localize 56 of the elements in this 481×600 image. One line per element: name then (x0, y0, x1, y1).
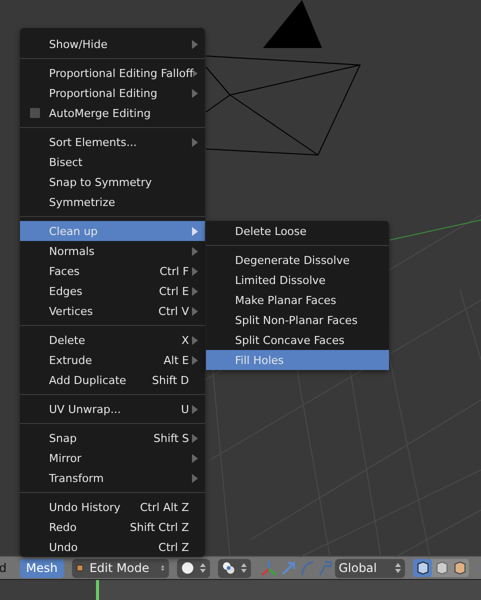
axes-icon[interactable] (258, 558, 279, 578)
scale-icon[interactable] (316, 558, 333, 578)
shortcut-label: Ctrl E (158, 284, 189, 298)
shortcut-label: X (181, 334, 189, 346)
menu-item[interactable]: Add Duplicate Shift D (20, 370, 205, 390)
menu-item[interactable]: Extrude Alt E (20, 350, 205, 370)
pivot-dropdown[interactable] (218, 558, 251, 578)
menu-item[interactable]: Snap to Symmetry (20, 172, 205, 192)
menu-item[interactable]: Edges Ctrl E (20, 281, 205, 301)
menu-item[interactable]: Faces Ctrl F (20, 261, 205, 281)
select-mode-icons[interactable] (412, 559, 469, 577)
menu-item[interactable]: Vertices Ctrl V (20, 301, 205, 321)
menu-item[interactable]: Snap Shift S (20, 428, 205, 448)
menu-item[interactable]: Undo History Ctrl Alt Z (20, 497, 205, 517)
menu-item[interactable]: Mirror (20, 448, 205, 468)
menu-item[interactable]: Proportional Editing Falloff (20, 63, 205, 83)
triangle-icon (263, 0, 322, 48)
menu-item[interactable]: Limited Dissolve (206, 270, 389, 290)
menu-item[interactable]: Delete Loose (206, 221, 389, 241)
checkbox[interactable] (30, 108, 40, 118)
menu-item[interactable]: Show/Hide (20, 34, 205, 54)
shortcut-label: Shift Ctrl Z (130, 520, 189, 534)
header-label: d (0, 561, 8, 575)
menu-item[interactable]: UV Unwrap... U (20, 399, 205, 419)
updown-arrows-icon (200, 562, 206, 574)
menu-item[interactable]: Symmetrize (20, 192, 205, 212)
sphere-icon (180, 561, 194, 575)
menu-item[interactable]: Transform (20, 468, 205, 488)
shortcut-label: Alt E (164, 354, 189, 366)
menu-item[interactable]: Undo Ctrl Z (20, 537, 205, 557)
menu-item[interactable]: Bisect (20, 152, 205, 172)
shortcut-label: Ctrl Z (158, 540, 189, 554)
shortcut-label: U (180, 402, 189, 416)
pivot-icon (222, 561, 235, 575)
orientation-dropdown[interactable]: Global (334, 558, 405, 578)
mode-dropdown[interactable]: Edit Mode (72, 558, 169, 578)
menu-item[interactable]: Split Non-Planar Faces (206, 310, 389, 330)
menu-item[interactable]: Make Planar Faces (206, 290, 389, 310)
shortcut-label: Ctrl V (158, 304, 189, 318)
shortcut-label: Shift S (154, 432, 189, 444)
mesh-menu-button[interactable]: Mesh (20, 558, 64, 578)
updown-arrows-icon (394, 562, 401, 574)
menu-item[interactable]: Sort Elements... (20, 132, 205, 152)
menu-item[interactable]: AutoMerge Editing (20, 103, 205, 123)
updown-arrows-icon (240, 562, 247, 574)
menu-item[interactable]: Split Concave Faces (206, 330, 389, 350)
menu-item[interactable]: Normals (20, 241, 205, 261)
shortcut-label: Ctrl F (160, 264, 189, 278)
shortcut-label: Ctrl Alt Z (140, 500, 189, 514)
shading-dropdown[interactable] (176, 558, 210, 578)
menu-item[interactable]: Proportional Editing (20, 83, 205, 103)
shortcut-label: Shift D (152, 374, 189, 386)
menu-item[interactable]: Degenerate Dissolve (206, 250, 389, 270)
menu-item[interactable]: Redo Shift Ctrl Z (20, 517, 205, 537)
rotate-arc-icon[interactable] (298, 558, 315, 578)
menu-item[interactable]: Delete X (20, 330, 205, 350)
